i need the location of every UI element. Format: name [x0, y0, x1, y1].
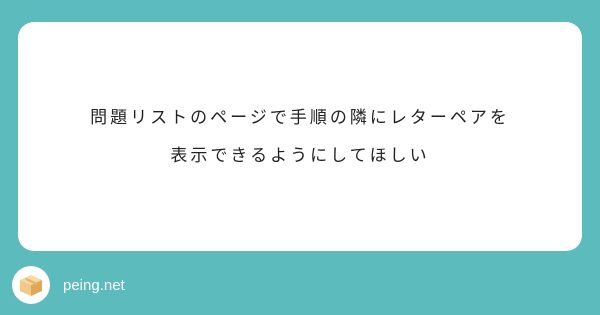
question-text-line-1: 問題リストのページで手順の隣にレターペアを [90, 107, 510, 128]
footer-branding: peing.net [12, 266, 125, 304]
box-icon [12, 266, 50, 304]
question-text-line-2: 表示できるようにしてほしい [170, 145, 430, 166]
question-card: 問題リストのページで手順の隣にレターペアを 表示できるようにしてほしい [18, 22, 582, 251]
brand-label: peing.net [63, 276, 125, 294]
